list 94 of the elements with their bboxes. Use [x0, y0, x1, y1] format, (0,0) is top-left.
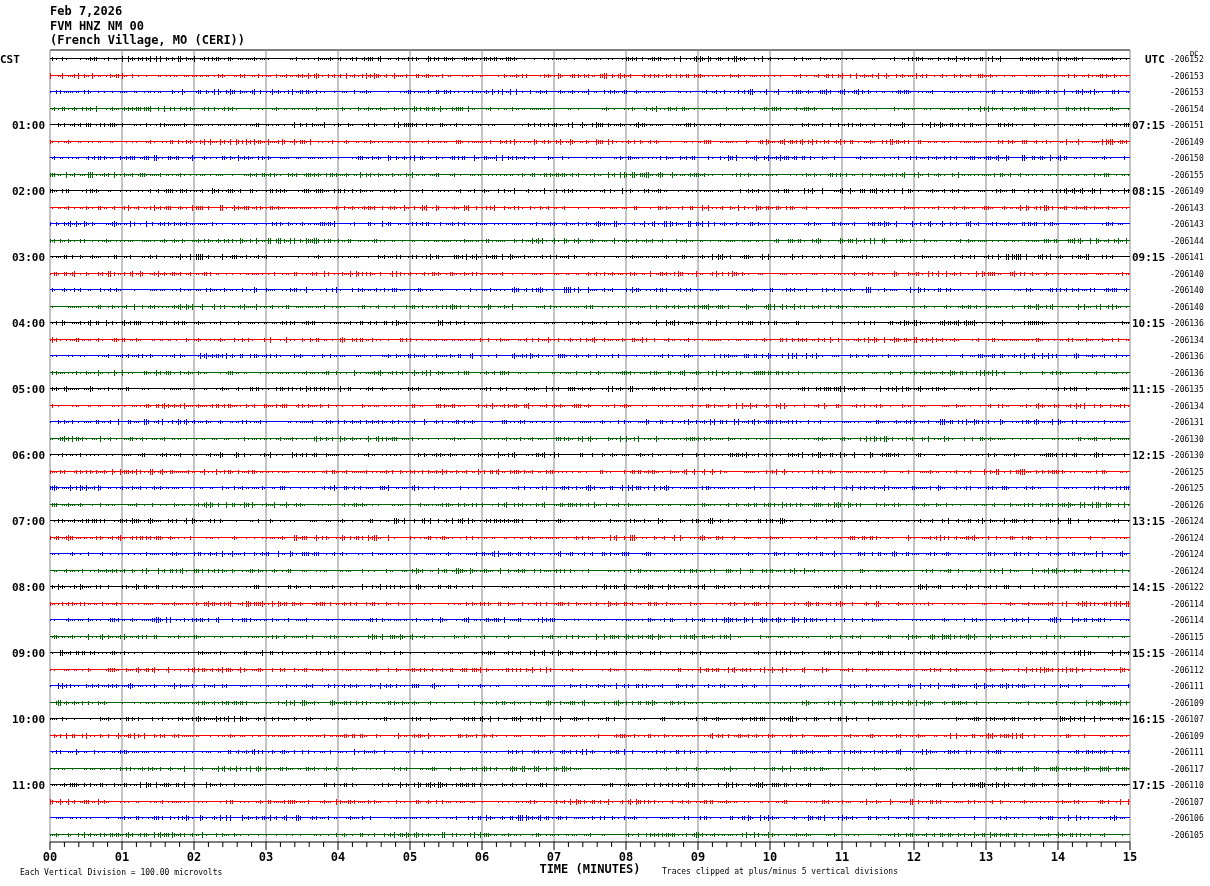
dc-offset-value: -206124	[1170, 516, 1204, 526]
axis-tick-label: 02	[186, 850, 202, 864]
dc-offset-value: -206140	[1170, 302, 1204, 312]
dc-offset-value: -206143	[1170, 219, 1204, 229]
dc-offset-value: -206135	[1170, 384, 1204, 394]
utc-time-label: 09:15	[1132, 250, 1166, 264]
axis-tick-label: 11	[834, 850, 850, 864]
axis-tick-label: 09	[690, 850, 706, 864]
plot-title: Feb 7,2026	[50, 4, 123, 19]
dc-offset-value: -206124	[1170, 566, 1204, 576]
dc-offset-value: -206152	[1170, 54, 1204, 64]
axis-tick-label: 03	[258, 850, 274, 864]
dc-offset-value: -206131	[1170, 417, 1204, 427]
dc-offset-value: -206134	[1170, 401, 1204, 411]
dc-offset-value: -206114	[1170, 615, 1204, 625]
dc-offset-value: -206130	[1170, 434, 1204, 444]
dc-offset-value: -206151	[1170, 120, 1204, 130]
cst-time-label: 10:00	[12, 712, 46, 726]
dc-offset-value: -206150	[1170, 153, 1204, 163]
dc-offset-value: -206111	[1170, 681, 1204, 691]
utc-time-label: 07:15	[1132, 118, 1166, 132]
dc-offset-value: -206115	[1170, 632, 1204, 642]
dc-offset-value: -206136	[1170, 368, 1204, 378]
cst-time-label: 05:00	[12, 382, 46, 396]
cst-time-label: 09:00	[12, 646, 46, 660]
dc-offset-value: -206109	[1170, 698, 1204, 708]
dc-offset-value: -206107	[1170, 714, 1204, 724]
dc-offset-value: -206111	[1170, 747, 1204, 757]
dc-offset-value: -206125	[1170, 467, 1204, 477]
dc-offset-value: -206117	[1170, 764, 1204, 774]
cst-time-label: 03:00	[12, 250, 46, 264]
dc-offset-value: -206114	[1170, 599, 1204, 609]
dc-offset-value: -206136	[1170, 351, 1204, 361]
clip-note: Traces clipped at plus/minus 5 vertical divisions	[662, 867, 898, 876]
cst-time-label: CST	[0, 52, 20, 66]
cst-time-label: 02:00	[12, 184, 46, 198]
dc-offset-value: -206149	[1170, 186, 1204, 196]
dc-offset-value: -206154	[1170, 104, 1204, 114]
dc-offset-value: -206130	[1170, 450, 1204, 460]
dc-offset-value: -206153	[1170, 87, 1204, 97]
cst-time-label: 01:00	[12, 118, 46, 132]
utc-time-label: 16:15	[1132, 712, 1166, 726]
utc-time-label: 13:15	[1132, 514, 1166, 528]
utc-time-label: 17:15	[1132, 778, 1166, 792]
axis-tick-label: 14	[1050, 850, 1066, 864]
dc-offset-value: -206144	[1170, 236, 1204, 246]
dc-offset-value: -206105	[1170, 830, 1204, 840]
dc-offset-value: -206114	[1170, 648, 1204, 658]
utc-time-label: 11:15	[1132, 382, 1166, 396]
utc-time-label: 10:15	[1132, 316, 1166, 330]
axis-tick-label: 15	[1122, 850, 1138, 864]
dc-offset-value: -206140	[1170, 269, 1204, 279]
axis-tick-label: 13	[978, 850, 994, 864]
cst-time-label: 08:00	[12, 580, 46, 594]
axis-tick-label: 08	[618, 850, 634, 864]
axis-tick-label: 10	[762, 850, 778, 864]
dc-offset-value: -206125	[1170, 483, 1204, 493]
dc-offset-value: -206124	[1170, 533, 1204, 543]
dc-offset-value: -206153	[1170, 71, 1204, 81]
axis-tick-label: 00	[42, 850, 58, 864]
cst-time-label: 11:00	[12, 778, 46, 792]
utc-time-label: UTC	[1145, 52, 1165, 66]
dc-offset-value: -206110	[1170, 780, 1204, 790]
scale-note: Each Vertical Division = 100.00 microvolts	[20, 868, 223, 877]
dc-offset-value: -206106	[1170, 813, 1204, 823]
axis-tick-label: 06	[474, 850, 490, 864]
cst-time-label: 06:00	[12, 448, 46, 462]
dc-offset-value: -206141	[1170, 252, 1204, 262]
plot-title: (French Village, MO (CERI))	[50, 33, 246, 48]
axis-tick-label: 01	[114, 850, 130, 864]
axis-tick-label: 05	[402, 850, 418, 864]
plot-title: FVM HNZ NM 00	[50, 18, 144, 33]
utc-time-label: 08:15	[1132, 184, 1166, 198]
dc-offset-value: -206149	[1170, 137, 1204, 147]
axis-tick-label: 04	[330, 850, 346, 864]
cst-time-label: 04:00	[12, 316, 46, 330]
dc-offset-value: -206155	[1170, 170, 1204, 180]
dc-offset-value: -206122	[1170, 582, 1204, 592]
axis-title: TIME (MINUTES)	[539, 862, 641, 876]
dc-offset-value: -206107	[1170, 797, 1204, 807]
axis-tick-label: 12	[906, 850, 922, 864]
dc-offset-value: -206143	[1170, 203, 1204, 213]
dc-offset-value: -206134	[1170, 335, 1204, 345]
dc-offset-value: -206136	[1170, 318, 1204, 328]
utc-time-label: 14:15	[1132, 580, 1166, 594]
utc-time-label: 12:15	[1132, 448, 1166, 462]
dc-offset-value: -206126	[1170, 500, 1204, 510]
axis-tick-label: 07	[546, 850, 562, 864]
utc-time-label: 15:15	[1132, 646, 1166, 660]
dc-offset-value: -206124	[1170, 549, 1204, 559]
dc-offset-value: -206109	[1170, 731, 1204, 741]
cst-time-label: 07:00	[12, 514, 46, 528]
dc-offset-value: -206112	[1170, 665, 1204, 675]
dc-offset-value: -206140	[1170, 285, 1204, 295]
